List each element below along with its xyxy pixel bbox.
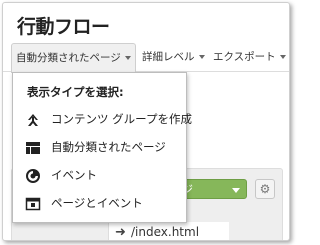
toolbar-button-label: 詳細レベル (142, 51, 195, 63)
page-layout-icon (25, 139, 41, 155)
auto-categorized-pages-dropdown-button[interactable]: 自動分類されたページ (11, 43, 136, 73)
view-type-dropdown-menu: 表示タイプを選択: コンテンツ グループを作成 自動分類されたページ イベント … (12, 72, 192, 223)
menu-item-create-content-group[interactable]: コンテンツ グループを作成 (13, 106, 192, 132)
gear-icon: ⚙ (259, 182, 271, 196)
menu-item-label: 自動分類されたページ (51, 140, 166, 154)
menu-item-label: ページとイベント (51, 196, 143, 210)
behavior-flow-panel: 行動フロー 自動分類されたページ 詳細レベル エクスポート ジ ⚙ ➜ /ind… (2, 2, 290, 241)
dropdown-heading: 表示タイプを選択: (27, 85, 124, 99)
chevron-down-icon (198, 55, 205, 59)
export-dropdown-button[interactable]: エクスポート (209, 43, 289, 71)
merge-arrow-icon (25, 111, 41, 127)
menu-item-label: コンテンツ グループを作成 (51, 112, 192, 126)
settings-button[interactable]: ⚙ (255, 179, 275, 199)
menu-item-auto-categorized-pages[interactable]: 自動分類されたページ (13, 134, 186, 160)
detail-level-dropdown-button[interactable]: 詳細レベル (138, 43, 209, 71)
page-title: 行動フロー (17, 16, 110, 38)
entrance-arrow-icon: ➜ (115, 225, 126, 240)
menu-item-pages-and-events[interactable]: ページとイベント (13, 190, 186, 216)
toolbar-button-label: エクスポート (213, 51, 276, 63)
chevron-down-icon (232, 188, 240, 193)
toolbar: 自動分類されたページ 詳細レベル エクスポート (3, 43, 289, 73)
node-page-path: /index.html (131, 225, 200, 239)
flow-node[interactable]: ➜ /index.html (108, 222, 229, 240)
page-event-icon (25, 195, 41, 211)
menu-item-label: イベント (51, 168, 97, 182)
chevron-down-icon (279, 55, 286, 59)
toolbar-button-label: 自動分類されたページ (16, 52, 121, 64)
menu-item-event[interactable]: イベント (13, 162, 186, 188)
event-icon (25, 167, 41, 183)
chevron-down-icon (124, 56, 131, 60)
